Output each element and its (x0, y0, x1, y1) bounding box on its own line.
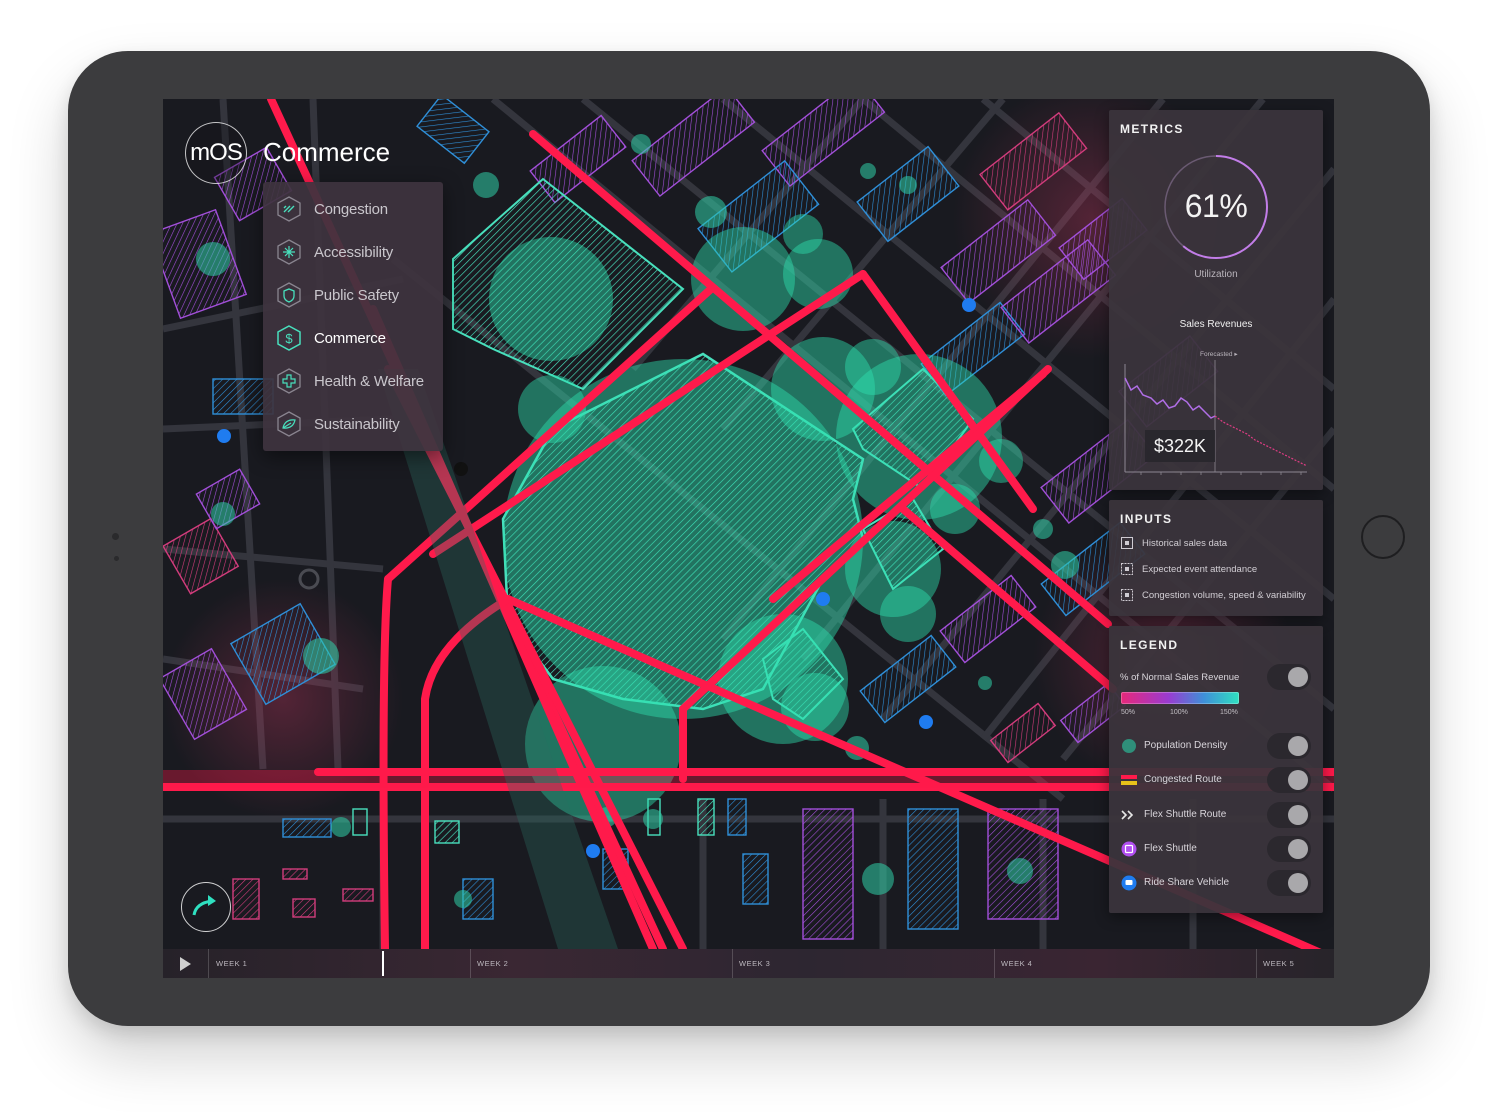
ride-share-icon (1121, 875, 1137, 891)
menu-item-accessibility[interactable]: Accessibility (275, 237, 393, 267)
toggle-sales-revenue[interactable] (1267, 664, 1311, 690)
toggle-flex-shuttle[interactable] (1267, 836, 1311, 862)
menu-item-public-safety[interactable]: Public Safety (275, 280, 399, 310)
toggle-flex-shuttle-route[interactable] (1267, 802, 1311, 828)
sensor (114, 556, 119, 561)
legend-label: Flex Shuttle (1144, 843, 1197, 854)
toggle-knob (1288, 770, 1308, 790)
menu-label: Congestion (314, 200, 388, 218)
congested-route-icon (1121, 772, 1137, 788)
sales-revenues-title: Sales Revenues (1179, 319, 1253, 330)
menu-label: Sustainability (314, 415, 400, 433)
legend-population-density: Population Density (1121, 733, 1311, 759)
input-congestion-volume[interactable]: Congestion volume, speed & variability (1120, 588, 1306, 602)
shield-icon (275, 281, 303, 309)
sales-revenue-gradient (1121, 692, 1239, 704)
page-title: Commerce (263, 137, 391, 167)
menu-item-sustainability[interactable]: Sustainability (275, 409, 400, 439)
week-label[interactable]: WEEK 1 (216, 959, 247, 968)
week-divider (994, 949, 995, 978)
leaf-icon (275, 410, 303, 438)
toggle-knob (1288, 839, 1308, 859)
week-label[interactable]: WEEK 2 (477, 959, 508, 968)
legend-flex-shuttle-route: Flex Shuttle Route (1121, 802, 1311, 828)
input-historical-sales[interactable]: Historical sales data (1120, 536, 1227, 550)
toggle-knob (1288, 667, 1308, 687)
input-label: Historical sales data (1142, 537, 1228, 549)
metrics-title: METRICS (1120, 122, 1184, 136)
checkbox-icon (1120, 536, 1134, 550)
accessibility-icon (275, 238, 303, 266)
metrics-panel: METRICS 61% Utilization Sales Revenues F… (1109, 110, 1323, 490)
menu-label: Commerce (314, 329, 386, 347)
flex-shuttle-icon (1121, 841, 1137, 857)
screen: mOS Commerce Congestion Accessibility Pu… (163, 99, 1334, 978)
legend-flex-shuttle: Flex Shuttle (1121, 836, 1311, 862)
menu-label: Health & Welfare (314, 372, 424, 390)
sales-revenue-sparkline (1124, 360, 1308, 475)
camera (112, 533, 119, 540)
input-label: Congestion volume, speed & variability (1142, 589, 1306, 601)
week-label[interactable]: WEEK 3 (739, 959, 770, 968)
population-density-icon (1121, 738, 1137, 754)
timeline-playhead[interactable] (382, 951, 384, 976)
inputs-title: INPUTS (1120, 512, 1173, 526)
utilization-value: 61% (1184, 188, 1248, 224)
input-event-attendance[interactable]: Expected event attendance (1120, 562, 1257, 576)
toggle-ride-share-vehicle[interactable] (1267, 870, 1311, 896)
dollar-icon: $ (275, 324, 303, 352)
week-label[interactable]: WEEK 4 (1001, 959, 1032, 968)
scale-tick: 150% (1220, 709, 1238, 716)
menu-item-congestion[interactable]: Congestion (275, 194, 388, 224)
grid-icon (1120, 562, 1134, 576)
toggle-knob (1288, 736, 1308, 756)
week-divider (732, 949, 733, 978)
scale-tick: 50% (1121, 709, 1136, 716)
toggle-population-density[interactable] (1267, 733, 1311, 759)
legend-label: Ride Share Vehicle (1144, 877, 1230, 888)
menu-label: Accessibility (314, 243, 394, 261)
menu-item-commerce[interactable]: $ Commerce (275, 323, 386, 353)
week-divider (1256, 949, 1257, 978)
scale-tick: 100% (1170, 709, 1188, 716)
cross-icon (275, 367, 303, 395)
grid-icon (1120, 588, 1134, 602)
inputs-panel: INPUTS Historical sales data Expected ev… (1109, 500, 1323, 616)
week-divider (470, 949, 471, 978)
home-button[interactable] (1361, 515, 1405, 559)
sales-revenue-scale-title: % of Normal Sales Revenue (1120, 672, 1240, 683)
week-divider (208, 949, 209, 978)
category-menu: Congestion Accessibility Public Safety $… (263, 182, 443, 451)
legend-label: Congested Route (1144, 774, 1222, 785)
legend-label: Flex Shuttle Route (1144, 809, 1227, 820)
week-label[interactable]: WEEK 5 (1263, 959, 1294, 968)
input-label: Expected event attendance (1142, 563, 1258, 575)
play-icon[interactable] (180, 957, 191, 971)
recenter-button[interactable] (181, 882, 231, 932)
congestion-icon (275, 195, 303, 223)
arrow-icon (192, 895, 216, 916)
legend-title: LEGEND (1120, 638, 1179, 652)
utilization-label: Utilization (1194, 269, 1238, 280)
toggle-congested-route[interactable] (1267, 767, 1311, 793)
forecasted-label: Forecasted ▸ (1200, 351, 1238, 358)
app-logo[interactable]: mOS (185, 122, 247, 184)
chevrons-icon (1121, 807, 1137, 823)
toggle-knob (1288, 805, 1308, 825)
legend-ride-share-vehicle: Ride Share Vehicle (1121, 870, 1311, 896)
menu-label: Public Safety (314, 286, 399, 304)
legend-panel: LEGEND % of Normal Sales Revenue 50% 100… (1109, 626, 1323, 913)
timeline-bar[interactable]: WEEK 1 WEEK 2 WEEK 3 WEEK 4 WEEK 5 (163, 949, 1334, 978)
svg-text:$: $ (285, 331, 293, 346)
legend-congested-route: Congested Route (1121, 767, 1311, 793)
toggle-knob (1288, 873, 1308, 893)
legend-label: Population Density (1144, 740, 1228, 751)
menu-item-health-welfare[interactable]: Health & Welfare (275, 366, 424, 396)
sales-value-badge: $322K (1145, 430, 1215, 462)
